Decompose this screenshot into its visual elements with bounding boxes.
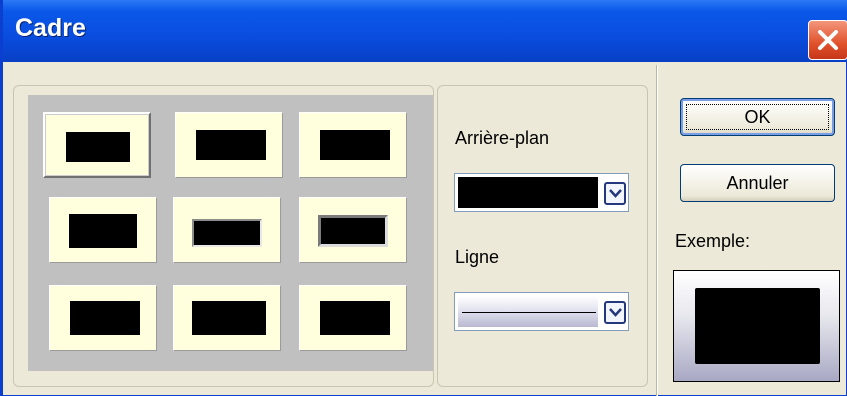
frame-style-4[interactable]: [49, 197, 157, 263]
line-style-select[interactable]: [454, 292, 629, 331]
frame-preview: [673, 270, 840, 382]
cancel-button-label: Annuler: [726, 172, 789, 193]
close-icon: [818, 30, 838, 50]
line-sample: [462, 312, 596, 313]
background-color-swatch: [458, 177, 598, 208]
line-label: Ligne: [455, 247, 500, 267]
frame-style-3[interactable]: [299, 112, 407, 178]
background-label: Arrière-plan: [455, 128, 550, 148]
close-button[interactable]: [808, 20, 847, 60]
chevron-down-icon: [609, 189, 622, 198]
preview-label: Exemple:: [675, 231, 751, 251]
focus-ring: [686, 104, 829, 130]
chevron-down-icon: [609, 308, 622, 317]
frame-style-1[interactable]: [43, 112, 151, 178]
cancel-button[interactable]: Annuler: [680, 164, 835, 202]
window-title: Cadre: [15, 14, 86, 42]
frame-style-2[interactable]: [175, 112, 283, 178]
frame-style-grid: [28, 95, 433, 371]
line-style-preview: [458, 296, 598, 327]
frame-style-8[interactable]: [173, 285, 281, 351]
frame-style-6[interactable]: [299, 197, 407, 263]
frame-style-7[interactable]: [49, 285, 157, 351]
preview-content: [695, 288, 820, 364]
frame-style-9[interactable]: [299, 285, 407, 351]
line-dropdown-button[interactable]: [604, 301, 626, 324]
title-bar[interactable]: Cadre: [3, 0, 847, 62]
ok-button[interactable]: OK: [680, 98, 835, 136]
cadre-dialog: Cadre Arrière-plan Ligne OK Annuler Exem…: [0, 0, 847, 396]
separator-highlight: [657, 65, 658, 396]
background-color-select[interactable]: [454, 173, 629, 212]
frame-style-5[interactable]: [173, 197, 281, 263]
background-dropdown-button[interactable]: [604, 182, 626, 205]
